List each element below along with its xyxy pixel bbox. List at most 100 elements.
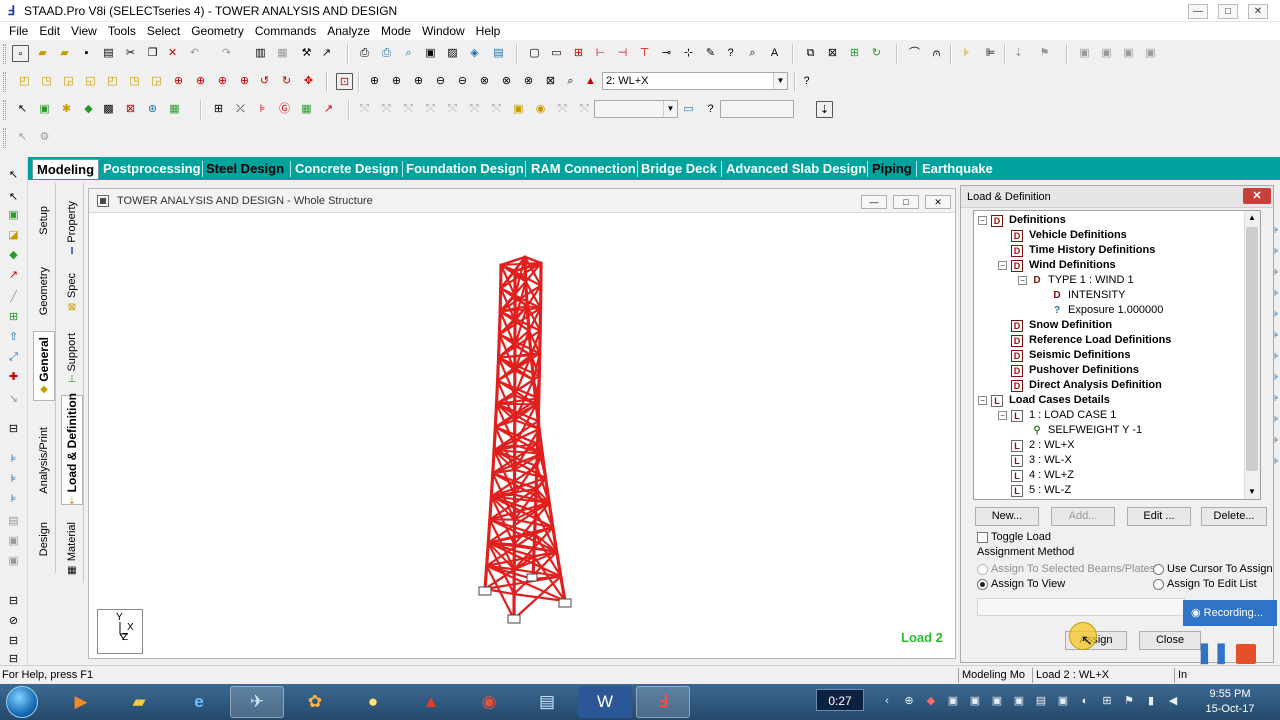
snipping-tool-icon[interactable]: ✈ bbox=[230, 686, 284, 718]
pan-icon[interactable]: ✥ bbox=[300, 73, 317, 90]
measure-icon[interactable]: ⊸ bbox=[658, 45, 675, 62]
node-icon[interactable]: ⊹ bbox=[680, 45, 697, 62]
tree-item[interactable]: D Seismic Definitions bbox=[998, 348, 1130, 363]
tree-item[interactable]: D Reference Load Definitions bbox=[998, 333, 1171, 348]
disabled-e-icon[interactable]: ⤲ bbox=[444, 101, 461, 118]
tower-member[interactable] bbox=[498, 286, 503, 313]
globe-icon[interactable]: ⊛ bbox=[144, 101, 161, 118]
tree-item[interactable]: L 3 : WL-X bbox=[998, 453, 1072, 468]
view-restore-button[interactable]: □ bbox=[893, 195, 919, 209]
tab-advanced-slab-design[interactable]: Advanced Slab Design bbox=[726, 159, 866, 179]
tower-member[interactable] bbox=[489, 471, 495, 499]
tab-steel-design[interactable]: Steel Design bbox=[206, 159, 284, 179]
load-display-icon[interactable]: ▲ bbox=[582, 73, 599, 90]
tree-scrollbar[interactable]: ▲ ▼ bbox=[1244, 211, 1260, 499]
beam-select-icon[interactable]: ↗ bbox=[6, 268, 21, 283]
disabled-settings-icon[interactable]: ⚙ bbox=[36, 129, 53, 146]
close-window-button[interactable]: ✕ bbox=[1248, 4, 1268, 19]
spin-left-icon[interactable]: ↺ bbox=[256, 73, 273, 90]
tree-item[interactable]: − L 1 : LOAD CASE 1 bbox=[998, 408, 1116, 423]
disabled-a-icon[interactable]: ⤲ bbox=[356, 101, 373, 118]
chevron-down-icon[interactable]: ▼ bbox=[663, 101, 677, 117]
chrome-icon[interactable]: ◉ bbox=[462, 686, 516, 718]
grid-select-icon[interactable]: ⊞ bbox=[6, 310, 21, 325]
zoom-selected-icon[interactable]: ⊗ bbox=[520, 73, 537, 90]
delete-icon[interactable]: ✕ bbox=[164, 45, 181, 62]
tray-app-8-icon[interactable]: ⊞ bbox=[1100, 694, 1114, 708]
tree-item[interactable]: D Vehicle Definitions bbox=[998, 228, 1127, 243]
radio-selected-beams[interactable] bbox=[977, 564, 988, 575]
tray-arrow-icon[interactable]: ‹ bbox=[880, 694, 894, 708]
magnifier-icon[interactable]: ⌕ bbox=[562, 73, 579, 90]
tool-d-icon[interactable]: ⊧ bbox=[6, 492, 21, 507]
report-icon[interactable]: ◈ bbox=[466, 45, 483, 62]
yellow-box-icon[interactable]: ▣ bbox=[510, 101, 527, 118]
support-node-3[interactable] bbox=[507, 614, 521, 624]
menu-window[interactable]: Window bbox=[417, 22, 471, 40]
tab-analysis-print[interactable]: Analysis/Print bbox=[33, 415, 55, 505]
tree-item[interactable]: ⚲ SELFWEIGHT Y -1 bbox=[1018, 423, 1142, 438]
disabled-tool-3-icon[interactable]: ▣ bbox=[1120, 45, 1137, 62]
solid-select-icon[interactable]: ◆ bbox=[6, 248, 21, 263]
green-grid-icon[interactable]: ⊞ bbox=[846, 45, 863, 62]
sticky-app-icon[interactable]: ● bbox=[346, 686, 400, 718]
magic-wand-icon[interactable]: ⚒ bbox=[298, 45, 315, 62]
start-button[interactable] bbox=[6, 686, 38, 718]
tree-item[interactable]: − L Load Cases Details bbox=[978, 393, 1110, 408]
tree-item[interactable]: D Direct Analysis Definition bbox=[998, 378, 1162, 393]
scroll-down-icon[interactable]: ▼ bbox=[1248, 487, 1256, 496]
tab-earthquake[interactable]: Earthquake bbox=[922, 159, 993, 179]
autocad-icon[interactable]: ▲ bbox=[404, 686, 458, 718]
tower-member[interactable] bbox=[495, 402, 538, 406]
tower-member[interactable] bbox=[534, 464, 539, 491]
disabled-select[interactable]: ▼ bbox=[594, 100, 678, 118]
tab-design[interactable]: Design bbox=[33, 509, 55, 569]
zoom-extents-icon[interactable]: ⊗ bbox=[476, 73, 493, 90]
view-minimize-button[interactable]: — bbox=[861, 195, 887, 209]
recording-indicator[interactable]: ◉ Recording... bbox=[1183, 600, 1277, 626]
label-a-icon[interactable]: A bbox=[766, 45, 783, 62]
snap-icon[interactable]: ⊠ bbox=[824, 45, 841, 62]
parabola-icon[interactable]: ⩀ bbox=[928, 45, 945, 62]
chevron-down-icon[interactable]: ▼ bbox=[773, 73, 787, 89]
flag-icon[interactable]: ⚑ bbox=[1036, 45, 1053, 62]
support-node-4[interactable] bbox=[526, 573, 538, 582]
disabled-g-icon[interactable]: ⤲ bbox=[488, 101, 505, 118]
tree-item[interactable]: D Pushover Definitions bbox=[998, 363, 1139, 378]
tool-e-icon[interactable]: ▤ bbox=[6, 514, 21, 529]
pause-recording-icon[interactable]: ❚❚ bbox=[1196, 642, 1230, 664]
disabled-c-icon[interactable]: ⤲ bbox=[400, 101, 417, 118]
view-iso-1-icon[interactable]: ◰ bbox=[16, 73, 33, 90]
toggle-load-checkbox[interactable] bbox=[977, 532, 988, 543]
zoom-previous-icon[interactable]: ⊖ bbox=[454, 73, 471, 90]
disabled-f-icon[interactable]: ⤲ bbox=[466, 101, 483, 118]
member-cursor-icon[interactable]: ⊠ bbox=[122, 101, 139, 118]
add-beam-icon[interactable]: ⤫ bbox=[232, 101, 249, 118]
tree-collapse-icon[interactable]: − bbox=[978, 216, 987, 225]
tab-concrete-design[interactable]: Concrete Design bbox=[295, 159, 398, 179]
load-case-select[interactable]: 2: WL+X ▼ bbox=[602, 72, 788, 90]
open-file-icon[interactable]: ▰ bbox=[34, 45, 51, 62]
tab-modeling[interactable]: Modeling bbox=[32, 159, 100, 179]
tab-support[interactable]: Support ⊥ bbox=[61, 331, 83, 387]
tab-spec[interactable]: Spec ⊠ bbox=[61, 271, 83, 315]
view-back-icon[interactable]: ◳ bbox=[126, 73, 143, 90]
tool-h-icon[interactable]: ⊟ bbox=[6, 594, 21, 609]
internet-explorer-icon[interactable]: e bbox=[172, 686, 226, 718]
tree-collapse-icon[interactable]: − bbox=[998, 261, 1007, 270]
tool-i-icon[interactable]: ⊘ bbox=[6, 614, 21, 629]
yellow-circle-icon[interactable]: ◉ bbox=[532, 101, 549, 118]
tool-g-icon[interactable]: ▣ bbox=[6, 554, 21, 569]
undo-icon[interactable]: ↶ bbox=[186, 45, 203, 62]
tree-item[interactable]: D Time History Definitions bbox=[998, 243, 1155, 258]
select-pointer-icon[interactable]: ↖ bbox=[6, 168, 21, 183]
view-window-titlebar[interactable]: ▦ TOWER ANALYSIS AND DESIGN - Whole Stru… bbox=[89, 189, 955, 213]
toolbar-grip[interactable] bbox=[3, 44, 6, 64]
solid-cursor-icon[interactable]: ◆ bbox=[80, 101, 97, 118]
view-iso-2-icon[interactable]: ◳ bbox=[38, 73, 55, 90]
tab-foundation-design[interactable]: Foundation Design bbox=[406, 159, 524, 179]
tab-ram-connection[interactable]: RAM Connection bbox=[531, 159, 636, 179]
disabled-tool-2-icon[interactable]: ▣ bbox=[1098, 45, 1115, 62]
zoom-window-icon[interactable]: ⊕ bbox=[388, 73, 405, 90]
spin-right-icon[interactable]: ↻ bbox=[278, 73, 295, 90]
